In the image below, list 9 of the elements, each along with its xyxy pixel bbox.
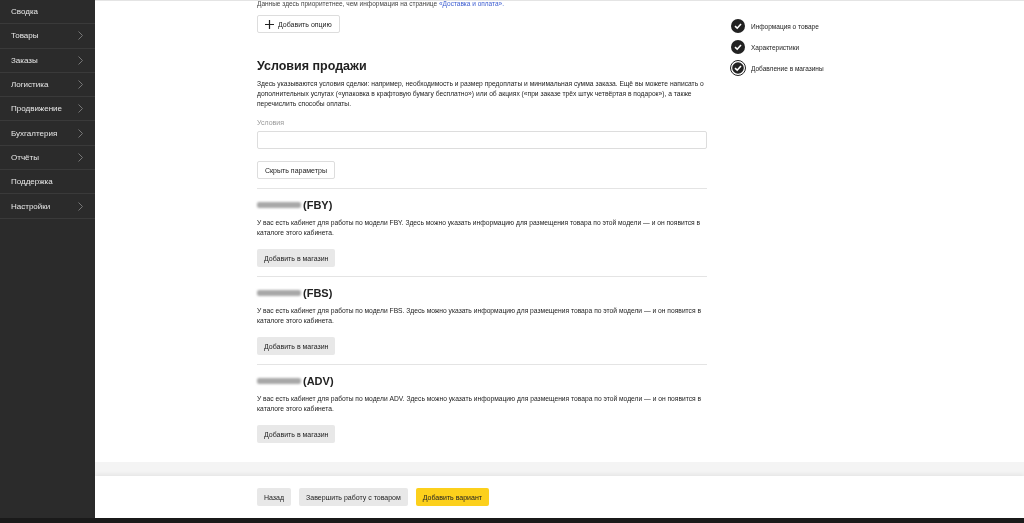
store-model: (FBY) (303, 199, 333, 211)
redacted-name (257, 378, 301, 384)
conditions-input[interactable] (257, 131, 707, 149)
redacted-name (257, 202, 301, 208)
store-model: (ADV) (303, 375, 334, 387)
section-heading: Условия продажи (257, 59, 367, 73)
plus-icon (265, 19, 274, 29)
store-model: (FBS) (303, 287, 333, 299)
redacted-name (257, 290, 301, 296)
